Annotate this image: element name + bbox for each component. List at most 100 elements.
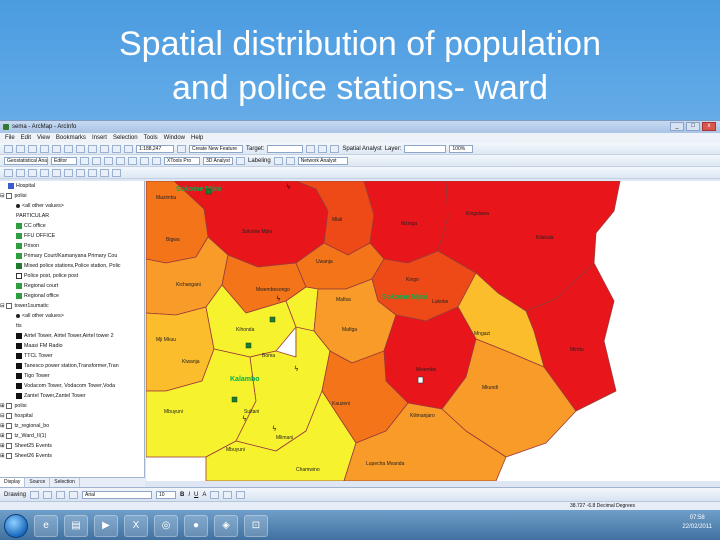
- map-scale-field[interactable]: 1:188,247: [136, 144, 174, 153]
- media-player-icon[interactable]: ▶: [94, 514, 118, 537]
- menu-selection[interactable]: Selection: [113, 135, 138, 141]
- menu-tools[interactable]: Tools: [144, 135, 158, 141]
- drawing-menu[interactable]: Drawing: [4, 492, 26, 498]
- add-data-button[interactable]: [124, 144, 133, 153]
- undo-button[interactable]: [100, 144, 109, 153]
- expand-icon[interactable]: ⊞: [0, 423, 4, 429]
- copy-button[interactable]: [64, 144, 73, 153]
- layer-tool-button[interactable]: [236, 156, 245, 165]
- toc-item-hospital[interactable]: Hospital: [0, 181, 144, 191]
- measure-button[interactable]: [330, 144, 340, 153]
- zoom-out-tool-button[interactable]: [16, 168, 25, 177]
- editor-toolbar-button[interactable]: [177, 144, 186, 153]
- firefox-icon[interactable]: ●: [184, 514, 208, 537]
- task-dropdown[interactable]: Create New Feature: [189, 144, 243, 153]
- sketch-tool-button[interactable]: [80, 156, 89, 165]
- fill-color-icon[interactable]: [210, 490, 220, 499]
- italic-button[interactable]: I: [188, 492, 190, 498]
- toc-item-tower-all-other[interactable]: <all other values>: [0, 311, 144, 321]
- checkbox-checked-icon[interactable]: [6, 433, 13, 439]
- toc-item-regional-office[interactable]: Regional office: [0, 291, 144, 301]
- toc-item-ffu-office[interactable]: FFU OFFICE: [0, 231, 144, 241]
- toc-item-prison[interactable]: Prison: [0, 241, 144, 251]
- police-station-icon[interactable]: [205, 188, 212, 195]
- checkbox-checked-icon[interactable]: [6, 193, 13, 199]
- toc-layer-regional-bo[interactable]: ⊞ tz_regional_bo: [0, 421, 144, 431]
- 3d-analyst-dropdown[interactable]: 3D Analyst: [203, 156, 233, 165]
- toc-item-police-post[interactable]: Police post, police post: [0, 271, 144, 281]
- network-icon[interactable]: ◎: [154, 514, 178, 537]
- network-analyst-dropdown[interactable]: Network Analyst: [297, 156, 348, 165]
- menu-help[interactable]: Help: [191, 135, 203, 141]
- toc-item-mixed-police[interactable]: Mixed police stations,Police station, Po…: [0, 261, 144, 271]
- tab-display[interactable]: Display: [0, 478, 26, 487]
- bold-button[interactable]: B: [180, 492, 184, 498]
- tab-selection[interactable]: Selection: [50, 478, 80, 487]
- tower-icon[interactable]: ϟ: [276, 295, 281, 303]
- label-manager-button[interactable]: [273, 156, 283, 165]
- checkbox-unchecked-icon[interactable]: [6, 443, 13, 449]
- find-button[interactable]: [318, 144, 328, 153]
- menu-edit[interactable]: Edit: [21, 135, 31, 141]
- checkbox-checked-icon[interactable]: [6, 423, 13, 429]
- menu-window[interactable]: Window: [164, 135, 185, 141]
- line-color-icon[interactable]: [223, 490, 233, 499]
- expand-icon[interactable]: ⊞: [0, 453, 4, 459]
- tower-icon[interactable]: ϟ: [286, 183, 291, 191]
- menu-view[interactable]: View: [37, 135, 50, 141]
- toc-layer-polisi[interactable]: ⊟ polisi: [0, 191, 144, 201]
- globe-icon[interactable]: [40, 168, 49, 177]
- zoom-in-tool-button[interactable]: [4, 168, 13, 177]
- new-document-button[interactable]: [4, 144, 13, 153]
- toc-item-airtel-tower[interactable]: Airtel Tower, Airtel Tower,Airtel tower …: [0, 331, 144, 341]
- checkbox-unchecked-icon[interactable]: [6, 413, 13, 419]
- back-extent-button[interactable]: [52, 168, 61, 177]
- identify-button[interactable]: [306, 144, 316, 153]
- rotate-icon[interactable]: [43, 490, 53, 499]
- edit-tool-button[interactable]: [92, 156, 101, 165]
- expand-icon[interactable]: ⊞: [0, 443, 4, 449]
- toc-item-ttcl-tower[interactable]: TTCL Tower: [0, 351, 144, 361]
- select-elements-button[interactable]: [76, 168, 85, 177]
- start-button[interactable]: [4, 513, 28, 538]
- pan-tool-button[interactable]: [28, 168, 37, 177]
- spatial-analyst-label[interactable]: Spatial Analyst: [342, 146, 381, 152]
- toc-item-all-other[interactable]: <all other values>: [0, 201, 144, 211]
- measure-tool-button[interactable]: [112, 168, 121, 177]
- pan-button[interactable]: [128, 156, 137, 165]
- select-features-button[interactable]: [152, 156, 161, 165]
- font-size-dropdown[interactable]: 10: [156, 490, 177, 499]
- xtools-pro-dropdown[interactable]: XTools Pro: [164, 156, 200, 165]
- maximize-button[interactable]: □: [686, 122, 700, 131]
- redo-button[interactable]: [112, 144, 121, 153]
- map-view[interactable]: Sokoine Mjini Mazimbu Bigwa Mlali Mzinga…: [146, 181, 720, 481]
- open-button[interactable]: [16, 144, 25, 153]
- toc-layer-sheet26[interactable]: ⊞ Sheet26 Events: [0, 451, 144, 461]
- identify-tool-button[interactable]: [88, 168, 97, 177]
- arcmap-icon[interactable]: ◈: [214, 514, 238, 537]
- save-button[interactable]: [28, 144, 37, 153]
- police-post-icon[interactable]: [417, 376, 424, 384]
- forward-extent-button[interactable]: [64, 168, 73, 177]
- toc-layer-ward[interactable]: ⊞ tz_Ward_II(1): [0, 431, 144, 441]
- print-button[interactable]: [40, 144, 49, 153]
- minimize-button[interactable]: _: [670, 122, 684, 131]
- full-extent-button[interactable]: [140, 156, 149, 165]
- target-dropdown[interactable]: [267, 144, 304, 153]
- font-color-button[interactable]: A: [202, 492, 206, 498]
- font-dropdown[interactable]: Arial: [82, 490, 153, 499]
- menu-bookmarks[interactable]: Bookmarks: [56, 135, 86, 141]
- checkbox-unchecked-icon[interactable]: [6, 403, 13, 409]
- rectangle-icon[interactable]: [56, 490, 66, 499]
- toc-layer-tower[interactable]: ⊟ tower1sumatic: [0, 301, 144, 311]
- zoom-dropdown[interactable]: 100%: [449, 144, 474, 153]
- system-clock[interactable]: 07:58 22/02/2011: [682, 514, 712, 532]
- labeling-label[interactable]: Labeling: [248, 158, 271, 164]
- tab-source[interactable]: Source: [25, 478, 51, 487]
- checkbox-checked-icon[interactable]: [6, 303, 13, 309]
- police-station-icon[interactable]: [231, 396, 238, 403]
- toc-layer-hospital[interactable]: ⊟ hospital: [0, 411, 144, 421]
- toc-item-zantel-tower[interactable]: Zantel Tower,Zantel Tower: [0, 391, 144, 401]
- delete-button[interactable]: [88, 144, 97, 153]
- toc-item-maasi-fm[interactable]: Maasi FM Radio: [0, 341, 144, 351]
